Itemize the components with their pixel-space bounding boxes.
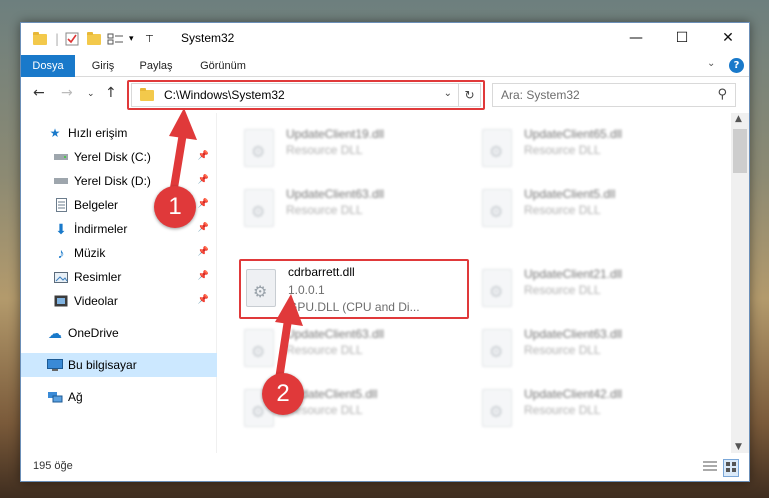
arrow-2 — [274, 294, 303, 390]
annotation-arrows — [168, 108, 303, 390]
step-1-badge: 1 — [154, 186, 196, 228]
step-2-badge: 2 — [262, 373, 304, 415]
